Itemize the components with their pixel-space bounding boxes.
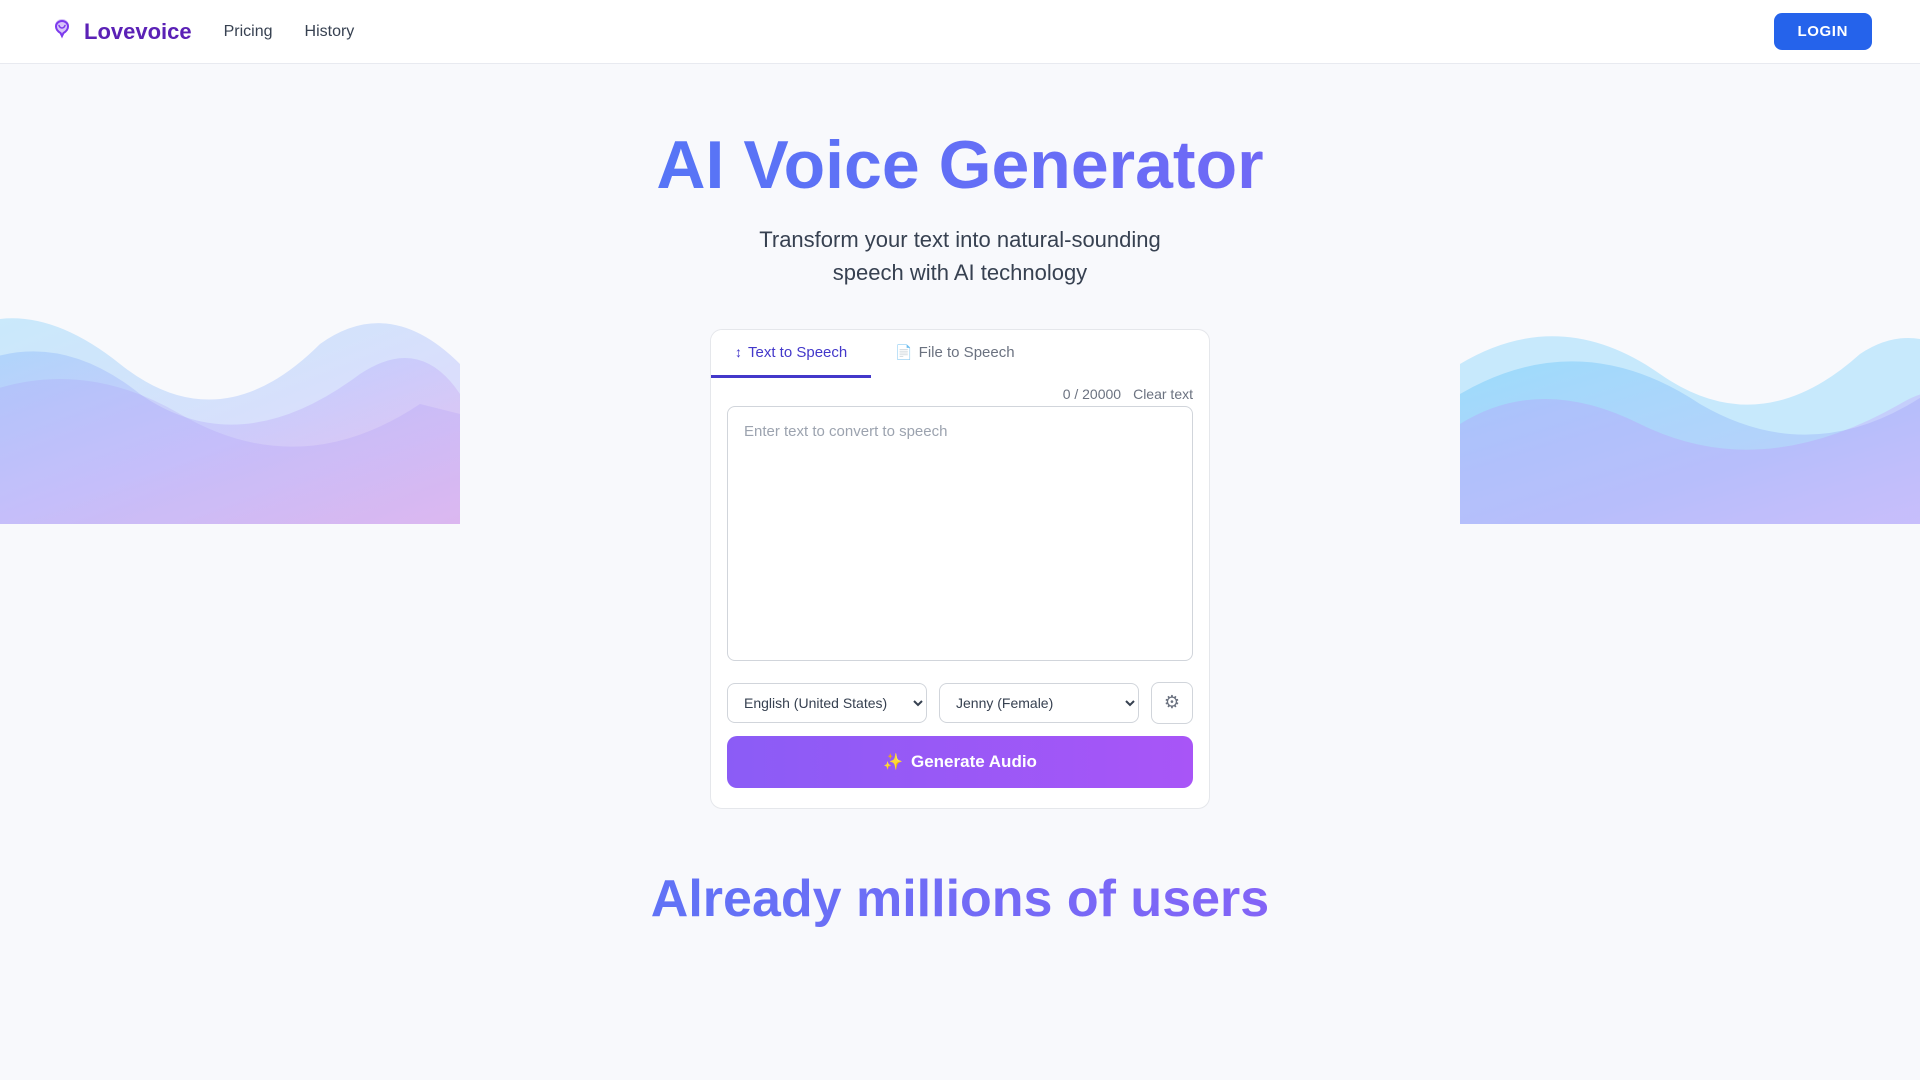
logo-link[interactable]: Lovevoice	[48, 15, 192, 49]
main-card: ↕ Text to Speech 📄 File to Speech 0 / 20…	[710, 329, 1210, 809]
controls-row: English (United States) English (UK) Spa…	[711, 666, 1209, 724]
char-count: 0 / 20000	[1063, 386, 1121, 402]
generate-button-label: Generate Audio	[911, 752, 1037, 772]
char-count-row: 0 / 20000 Clear text	[711, 378, 1209, 406]
tab-file-to-speech[interactable]: 📄 File to Speech	[871, 330, 1038, 378]
logo-text: Lovevoice	[84, 19, 192, 45]
clear-text-button[interactable]: Clear text	[1133, 386, 1193, 402]
settings-button[interactable]: ⚙	[1151, 682, 1193, 724]
login-button[interactable]: LOGIN	[1774, 13, 1873, 50]
speech-textarea[interactable]	[727, 406, 1193, 661]
generate-audio-button[interactable]: ✨ Generate Audio	[727, 736, 1193, 788]
nav-left: Lovevoice Pricing History	[48, 15, 354, 49]
bottom-section: Already millions of users	[0, 809, 1920, 929]
card-body: 0 / 20000 Clear text English (United Sta…	[710, 378, 1210, 809]
navbar: Lovevoice Pricing History LOGIN	[0, 0, 1920, 64]
hero-section: AI Voice Generator Transform your text i…	[0, 64, 1920, 289]
voice-select[interactable]: Jenny (Female) Guy (Male) Aria (Female) …	[939, 683, 1139, 723]
bottom-title: Already millions of users	[0, 869, 1920, 929]
file-to-speech-icon: 📄	[895, 344, 912, 361]
hero-title: AI Voice Generator	[0, 128, 1920, 203]
gear-icon: ⚙	[1164, 692, 1180, 713]
nav-history[interactable]: History	[305, 23, 355, 41]
text-to-speech-icon: ↕	[735, 344, 742, 360]
tab-text-to-speech-label: Text to Speech	[748, 344, 847, 361]
logo-icon	[48, 15, 76, 49]
tab-bar: ↕ Text to Speech 📄 File to Speech	[710, 329, 1210, 378]
nav-pricing[interactable]: Pricing	[224, 23, 273, 41]
language-select[interactable]: English (United States) English (UK) Spa…	[727, 683, 927, 723]
sparkle-icon: ✨	[883, 752, 903, 772]
tab-file-to-speech-label: File to Speech	[919, 344, 1015, 361]
tab-text-to-speech[interactable]: ↕ Text to Speech	[711, 330, 871, 378]
wave-decoration-right	[1460, 264, 1920, 524]
wave-decoration-left	[0, 264, 460, 524]
main-content: AI Voice Generator Transform your text i…	[0, 64, 1920, 989]
hero-subtitle: Transform your text into natural-soundin…	[0, 223, 1920, 289]
